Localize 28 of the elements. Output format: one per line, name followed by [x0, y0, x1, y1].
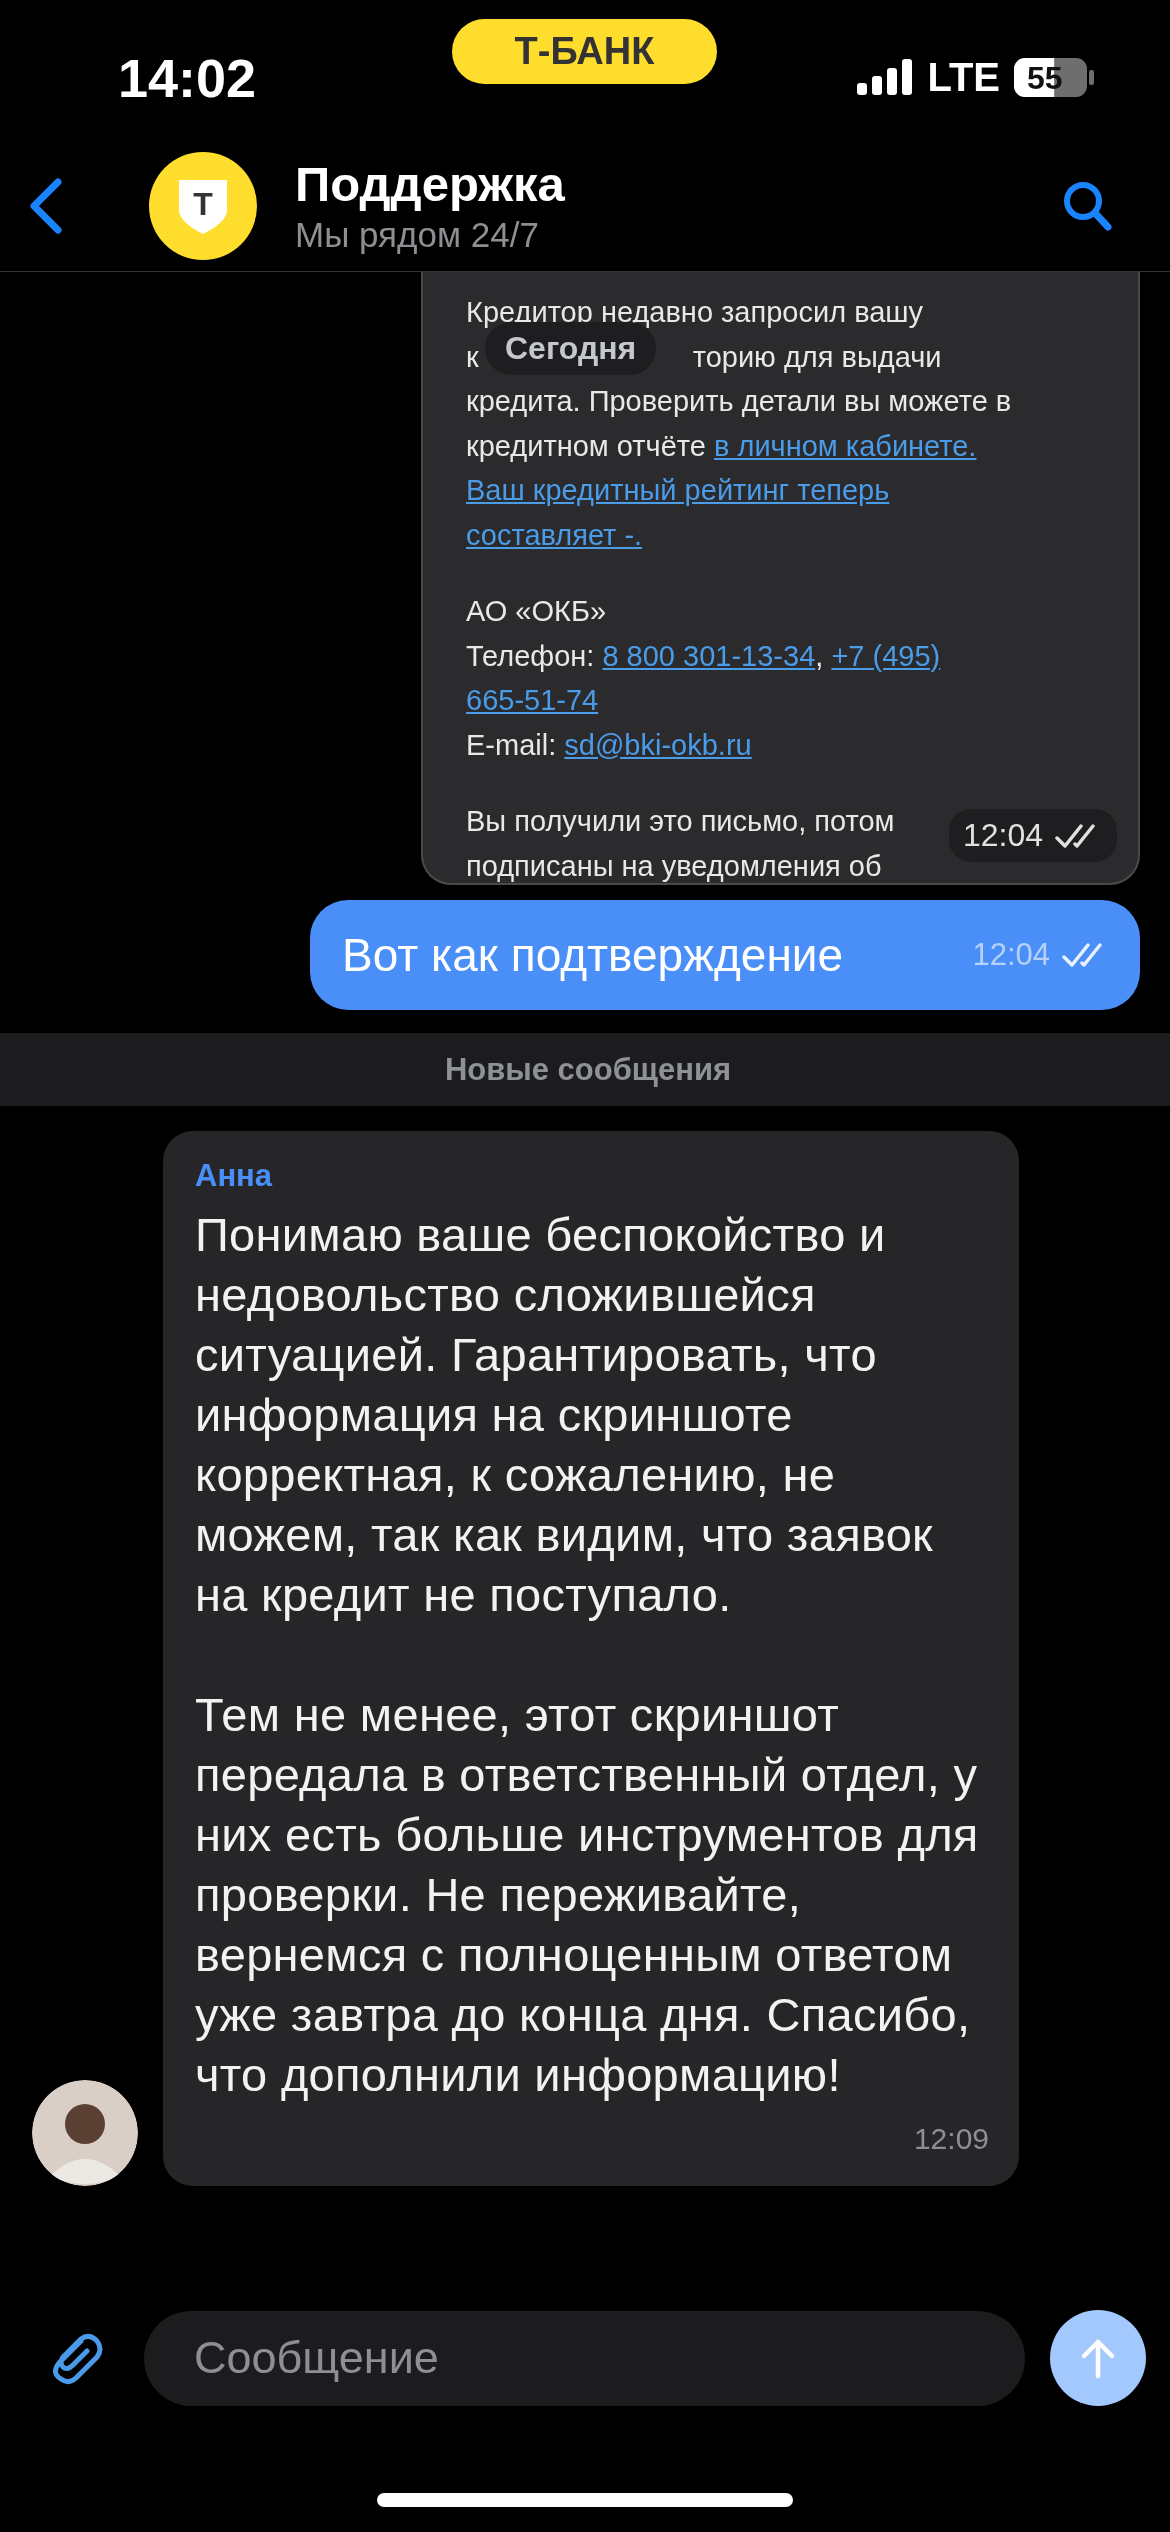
screenshot-text: E-mail: [466, 727, 558, 763]
screenshot-text: АО «ОКБ» [466, 594, 607, 629]
logo-letter: Т [193, 187, 213, 220]
chat-subtitle: Мы рядом 24/7 [295, 213, 540, 256]
divider-label: Новые сообщения [444, 1051, 732, 1088]
message-time: 12:04 [972, 937, 1050, 973]
screenshot-text: Телефон: [466, 638, 596, 674]
chat-title: Поддержка [295, 155, 566, 213]
message-time: 12:09 [913, 2121, 989, 2157]
screenshot-text: Вы получили это письмо, потом [466, 804, 895, 839]
message-field[interactable]: Сообщение [144, 2310, 1025, 2406]
signal-icon [857, 59, 914, 95]
sender-name: Анна [195, 1157, 274, 1195]
screenshot-text: кредитном отчёте [466, 428, 707, 464]
brand-badge: Т-БАНК [452, 19, 717, 84]
back-icon[interactable] [28, 177, 64, 234]
screenshot-text: подписаны на уведомления об [466, 848, 882, 883]
shield-icon [179, 179, 227, 234]
message-text: Тем не менее, этот скриншот передала в ответственный отдел, у них есть больше инструментов для проверки. Не переживайте, вернемся с полноценным ответом уже завтра до конца дня. Спасибо, что дополнили информацию! [195, 1687, 980, 2103]
screenshot-text: торию для выдачи [692, 339, 942, 375]
screenshot-text: к [466, 339, 479, 375]
network-type: LTE [927, 57, 1000, 97]
screenshot-text: , [815, 638, 825, 674]
message-text: Понимаю ваше беспокойство и недовольство сложившейся ситуацией. Гарантировать, что информация на скриншоте корректная, к сожалению, не можем, так как видим, что заявок на кредит не поступало. [195, 1207, 934, 1623]
message-time: 12:04 [962, 817, 1043, 854]
screenshot-text: кредита. Проверить детали вы можете в [466, 384, 1012, 419]
clock: 14:02 [118, 51, 257, 105]
message-text: Вот как подтверждение [342, 928, 845, 982]
